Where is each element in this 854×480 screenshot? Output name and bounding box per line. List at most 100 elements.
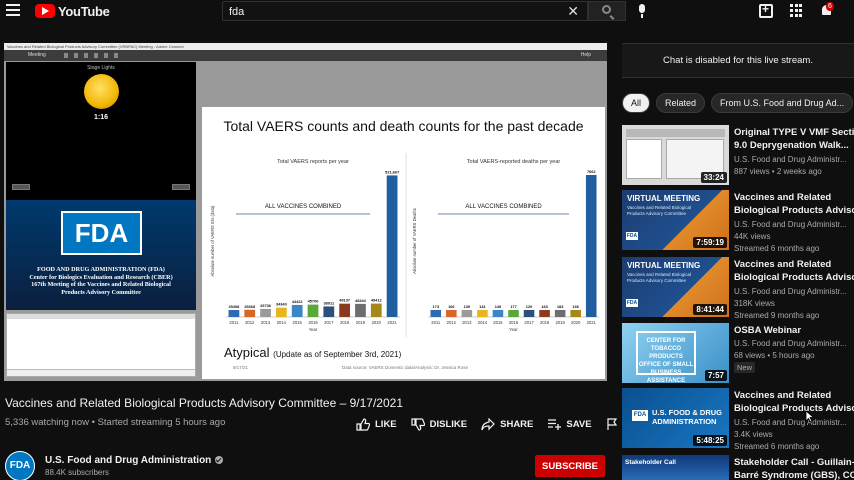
- x-axis-label: Year: [509, 327, 518, 332]
- video-date: Streamed 6 months ago: [734, 442, 820, 451]
- bar-value-label: 163: [541, 304, 548, 309]
- title-line: Vaccines and Related: [734, 192, 832, 203]
- fda-title-pod: FDA FOOD AND DRUG ADMINISTRATION (FDA) C…: [6, 200, 196, 310]
- thumb-window-bar: [626, 129, 725, 137]
- dislike-button[interactable]: DISLIKE: [411, 418, 467, 431]
- save-button[interactable]: SAVE: [547, 418, 592, 431]
- video-channel: U.S. Food and Drug Administr...: [734, 220, 847, 229]
- video-channel: U.S. Food and Drug Administr...: [734, 287, 847, 296]
- bar-value-label: 177: [510, 304, 517, 309]
- video-thumbnail[interactable]: VIRTUAL MEETING Vaccines and Related Bio…: [622, 257, 729, 317]
- title-line: 9.0 Deprygenation Walk...: [734, 139, 849, 151]
- thumb-heading: VIRTUAL MEETING: [627, 194, 701, 203]
- bar-value-label: 34340: [276, 302, 287, 307]
- like-button[interactable]: LIKE: [356, 418, 397, 431]
- thumb-text: U.S. FOOD & DRUG ADMINISTRATION: [652, 408, 723, 426]
- bar: [461, 310, 473, 317]
- fda-caption-line: FOOD AND DRUG ADMINISTRATION (FDA): [37, 266, 165, 273]
- youtube-play-icon: [35, 4, 55, 18]
- youtube-logo[interactable]: YouTube: [35, 3, 110, 19]
- apps-grid-icon[interactable]: [790, 4, 804, 18]
- recommendation-item[interactable]: 33:24 Original TYPE V VMF Section 9.0 De…: [622, 125, 854, 185]
- vaers-charts: Total VAERS reports per year Absolute num…: [210, 153, 599, 337]
- search-button[interactable]: [588, 1, 626, 21]
- menu-icon[interactable]: [6, 4, 20, 16]
- bar: [570, 310, 581, 317]
- recommendation-item[interactable]: CENTER FOR TOBACCO PRODUCTS OFFICE OF SM…: [622, 323, 854, 383]
- bar-value-label: 7662: [587, 169, 596, 174]
- atypical-note: (Update as of September 3rd, 2021): [273, 350, 402, 359]
- fda-logo: FDA: [61, 211, 142, 255]
- logo-text: YouTube: [58, 3, 110, 19]
- video-thumbnail[interactable]: VIRTUAL MEETING Vaccines and Related Bio…: [622, 190, 729, 250]
- title-line: Barré Syndrome (GBS), COVI...: [734, 469, 854, 480]
- bar: [244, 309, 256, 317]
- bar: [492, 310, 504, 317]
- thumb-text: CENTER FOR TOBACCO PRODUCTS OFFICE OF SM…: [636, 331, 696, 383]
- x-tick-label: 2018: [340, 320, 350, 325]
- bar-value-label: 183: [557, 304, 564, 309]
- channel-name[interactable]: U.S. Food and Drug Administration: [45, 455, 224, 466]
- fda-caption-line: Products Advisory Committee: [61, 288, 141, 296]
- bar-value-label: 166: [572, 304, 579, 309]
- bar-value-label: 131: [479, 304, 486, 309]
- recommendation-item[interactable]: Stakeholder Call Stakeholder Call - Guil…: [622, 455, 854, 480]
- recommendation-item[interactable]: VIRTUAL MEETING Vaccines and Related Bio…: [622, 257, 854, 320]
- fda-mini-logo: FDA: [626, 232, 638, 240]
- x-tick-label: 2014: [478, 320, 488, 325]
- thumbs-down-icon: [411, 418, 425, 431]
- video-title: Vaccines and Related Biological Products…: [734, 390, 854, 415]
- chip-related[interactable]: Related: [656, 93, 706, 113]
- video-thumbnail[interactable]: 33:24: [622, 125, 729, 185]
- fda-mini-logo: FDA: [626, 299, 638, 307]
- bar: [339, 303, 351, 317]
- stage-light-indicator: [84, 74, 119, 109]
- fda-caption: FOOD AND DRUG ADMINISTRATION (FDA) Cente…: [10, 266, 192, 296]
- video-stats: 3.4K views: [734, 430, 773, 439]
- slide-footer-source: Data source: VAERS Domestic data/Analysi…: [342, 365, 468, 370]
- presentation-slide: Total VAERS counts and death counts for …: [202, 107, 605, 379]
- create-video-icon[interactable]: [759, 2, 773, 18]
- chip-from-channel[interactable]: From U.S. Food and Drug Ad...: [711, 93, 854, 113]
- video-player[interactable]: Vaccines and Related Biological Products…: [4, 43, 607, 381]
- microphone-icon[interactable]: [637, 4, 647, 18]
- video-duration: 8:41:44: [693, 304, 727, 315]
- slide-footer-date: 9/17/21: [233, 365, 249, 370]
- chip-all[interactable]: All: [622, 93, 651, 113]
- video-duration: 7:57: [704, 370, 727, 381]
- chat-disabled-notice: Chat is disabled for this live stream.: [622, 43, 854, 78]
- report-button[interactable]: [606, 418, 623, 431]
- y-axis-label: Absolute number of VAERS Deaths: [412, 208, 417, 274]
- x-axis-label: Year: [309, 327, 318, 332]
- share-button[interactable]: SHARE: [481, 418, 533, 431]
- channel-avatar[interactable]: FDA: [5, 451, 35, 480]
- recommendation-item[interactable]: FDA U.S. FOOD & DRUG ADMINISTRATION 5:48…: [622, 388, 854, 451]
- recommendation-item[interactable]: VIRTUAL MEETING Vaccines and Related Bio…: [622, 190, 854, 253]
- x-tick-label: 2015: [493, 320, 503, 325]
- bar: [275, 307, 287, 317]
- video-stats: 887 views • 2 weeks ago: [734, 167, 822, 176]
- bar: [291, 304, 303, 317]
- clear-search-icon[interactable]: ✕: [567, 3, 579, 20]
- chat-pod-input: [7, 369, 195, 376]
- chart-annotation: ALL VACCINES COMBINED: [265, 204, 342, 210]
- video-title: OSBA Webinar: [734, 325, 854, 338]
- search-icon: [602, 5, 611, 14]
- video-stats: 68 views • 5 hours ago: [734, 351, 815, 360]
- subscribe-button[interactable]: SUBSCRIBE: [535, 455, 605, 477]
- bar-value-label: 120: [526, 304, 533, 309]
- chart-annotation: ALL VACCINES COMBINED: [465, 204, 542, 210]
- video-stats: 318K views: [734, 299, 775, 308]
- video-thumbnail[interactable]: Stakeholder Call: [622, 455, 729, 480]
- player-app-bar: Vaccines and Related Biological Products…: [4, 43, 607, 50]
- bar: [477, 310, 488, 317]
- video-thumbnail[interactable]: CENTER FOR TOBACCO PRODUCTS OFFICE OF SM…: [622, 323, 729, 383]
- bar: [539, 310, 550, 317]
- video-thumbnail[interactable]: FDA U.S. FOOD & DRUG ADMINISTRATION 5:48…: [622, 388, 729, 448]
- x-tick-label: 2016: [509, 320, 519, 325]
- search-input[interactable]: [229, 4, 559, 19]
- action-bar: LIKE DISLIKE SHARE SAVE: [356, 417, 637, 432]
- flag-icon: [606, 418, 617, 430]
- y-axis-label: Absolute number of VAERS IDs (data): [210, 205, 215, 277]
- video-title: Original TYPE V VMF Section 9.0 Deprygen…: [734, 127, 854, 152]
